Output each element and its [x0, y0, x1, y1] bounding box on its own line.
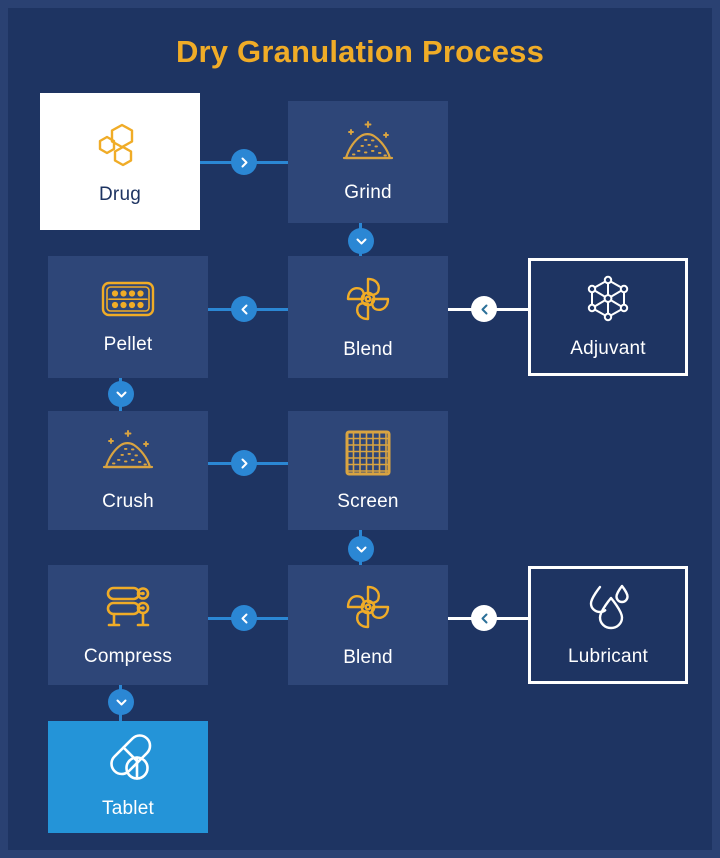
- connector-knob-blend2-to-compress[interactable]: [231, 605, 257, 631]
- sieve-mesh-icon: [344, 429, 392, 477]
- node-compress[interactable]: Compress: [48, 565, 208, 685]
- molecule-network-icon: [583, 274, 633, 324]
- blister-pack-icon: [101, 278, 155, 320]
- chevron-down-icon: [116, 699, 126, 705]
- water-droplets-icon: [583, 582, 633, 632]
- connector-knob-compress-to-tablet[interactable]: [108, 689, 134, 715]
- chevron-down-icon: [116, 391, 126, 397]
- connector-knob-pellet-to-crush[interactable]: [108, 381, 134, 407]
- mixer-pinwheel-icon: [342, 273, 394, 325]
- node-screen[interactable]: Screen: [288, 411, 448, 530]
- chevron-down-icon: [356, 546, 366, 552]
- powder-pile-icon: [100, 429, 156, 477]
- node-crush[interactable]: Crush: [48, 411, 208, 530]
- node-grind[interactable]: Grind: [288, 101, 448, 223]
- powder-pile-icon: [340, 120, 396, 168]
- molecule-hexagons-icon: [94, 118, 146, 170]
- node-lubricant[interactable]: Lubricant: [528, 566, 688, 684]
- connector-knob-crush-to-screen[interactable]: [231, 450, 257, 476]
- node-label: Grind: [344, 182, 392, 203]
- node-label: Tablet: [102, 798, 154, 819]
- chevron-left-icon: [241, 613, 247, 623]
- chevron-left-icon: [241, 304, 247, 314]
- node-tablet[interactable]: Tablet: [48, 721, 208, 833]
- connector-knob-adjuvant-to-blend1[interactable]: [471, 296, 497, 322]
- node-label: Lubricant: [568, 646, 648, 667]
- node-pellet[interactable]: Pellet: [48, 256, 208, 378]
- node-label: Crush: [102, 490, 154, 512]
- node-blend-1[interactable]: Blend: [288, 256, 448, 378]
- pills-capsule-icon: [102, 734, 154, 784]
- page-title: Dry Granulation Process: [175, 34, 545, 69]
- connector-knob-screen-to-blend2[interactable]: [348, 536, 374, 562]
- roller-compactor-icon: [101, 582, 155, 632]
- node-label: Pellet: [103, 334, 153, 355]
- chevron-right-icon: [241, 458, 247, 468]
- connector-knob-drug-to-grind[interactable]: [231, 149, 257, 175]
- connector-knob-blend1-to-pellet[interactable]: [231, 296, 257, 322]
- node-adjuvant[interactable]: Adjuvant: [528, 258, 688, 376]
- connector-knob-lubricant-to-blend2[interactable]: [471, 605, 497, 631]
- node-label: Compress: [83, 646, 173, 667]
- chevron-right-icon: [241, 157, 247, 167]
- connector-knob-grind-to-blend1[interactable]: [348, 228, 374, 254]
- chevron-left-icon: [481, 613, 487, 623]
- chevron-left-icon: [481, 304, 487, 314]
- node-label: Drug: [99, 183, 141, 205]
- diagram-canvas: Dry Granulation Process Drug Grind Pelle…: [8, 8, 712, 850]
- node-drug[interactable]: Drug: [40, 93, 200, 230]
- node-label: Screen: [337, 490, 399, 512]
- node-blend-2[interactable]: Blend: [288, 565, 448, 685]
- node-label: Adjuvant: [570, 338, 646, 359]
- node-label: Blend: [343, 647, 393, 668]
- node-label: Blend: [343, 339, 393, 360]
- mixer-pinwheel-icon: [342, 581, 394, 633]
- chevron-down-icon: [356, 238, 366, 244]
